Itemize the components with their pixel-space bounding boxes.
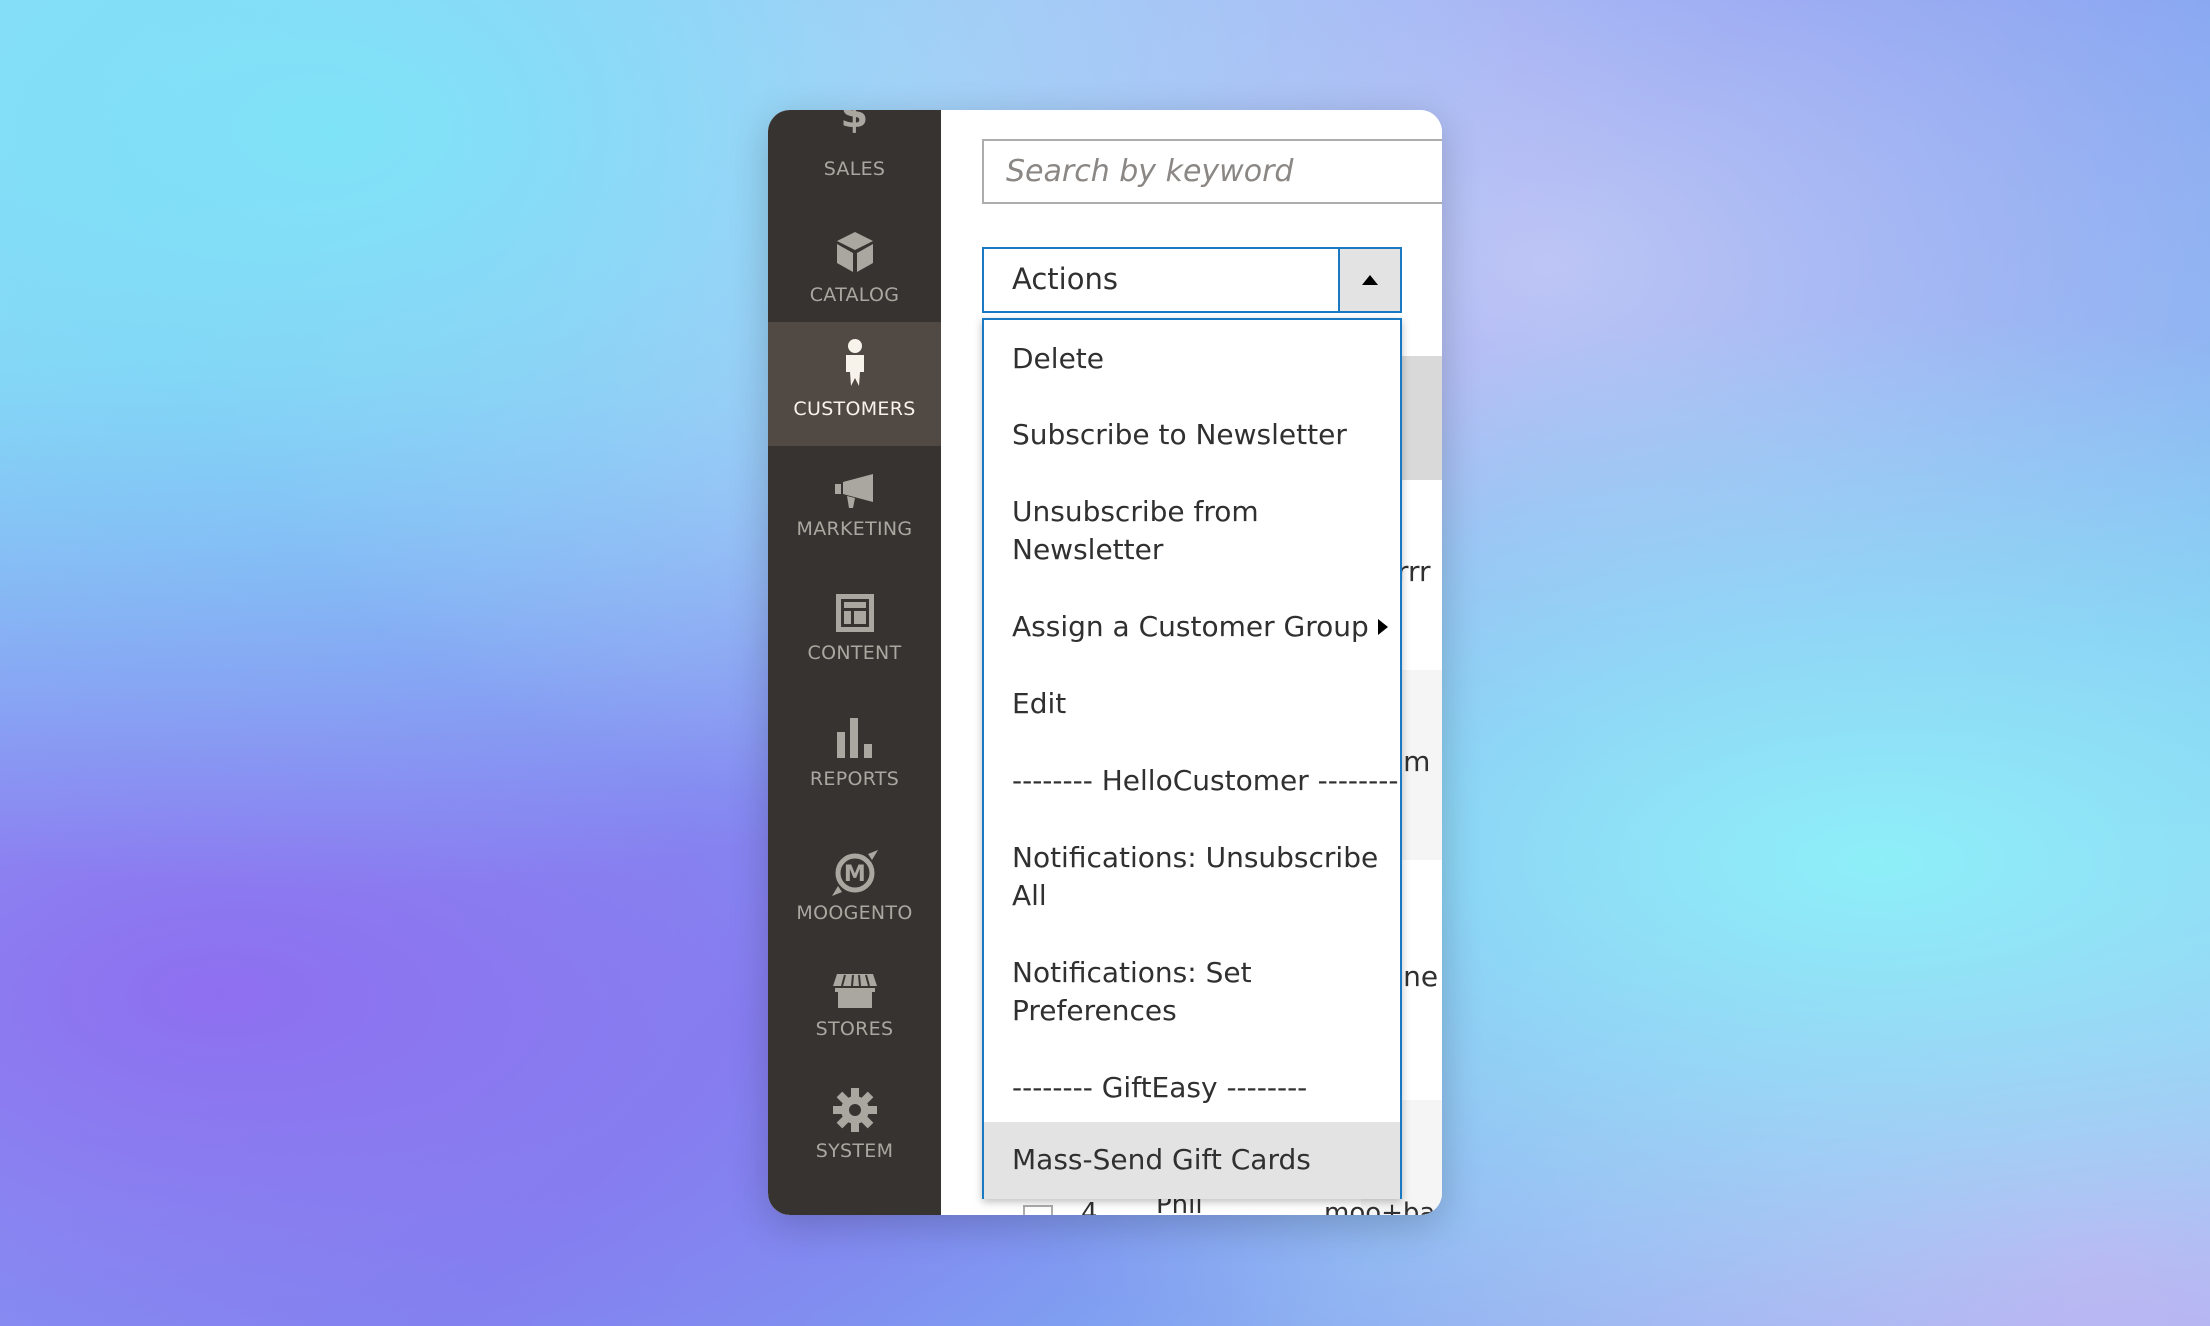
caret-up-icon [1362, 275, 1378, 285]
actions-label: Actions [1012, 262, 1118, 296]
admin-window: $ SALES CATALOG CUSTOMERS MARKETING CONT… [768, 110, 1442, 1215]
main-content: Search by keyword rrrr am ane 4 Phil moo… [941, 110, 1442, 1215]
person-icon [845, 339, 864, 386]
menu-item-notifications-set-preferences[interactable]: Notifications: Set Preferences [984, 935, 1400, 1050]
sidebar-item-catalog[interactable]: CATALOG [768, 200, 941, 322]
sidebar-item-customers[interactable]: CUSTOMERS [768, 322, 941, 446]
menu-item-unsubscribe-newsletter[interactable]: Unsubscribe from Newsletter [984, 474, 1400, 589]
sidebar-item-content[interactable]: CONTENT [768, 570, 941, 694]
sidebar-item-moogento[interactable]: M MOOGENTO [768, 818, 941, 952]
sidebar-item-sales[interactable]: $ SALES [768, 110, 941, 200]
sidebar-item-reports[interactable]: REPORTS [768, 694, 941, 818]
svg-text:M: M [843, 862, 865, 887]
sidebar-item-label: STORES [815, 1018, 894, 1040]
menu-item-edit[interactable]: Edit [984, 666, 1400, 743]
search-input[interactable]: Search by keyword [982, 139, 1442, 204]
menu-group-gifteasy: -------- GiftEasy -------- [1012, 1071, 1308, 1104]
menu-item-notifications-unsubscribe-all[interactable]: Notifications: Unsubscribe All [984, 820, 1400, 935]
menu-group-hellocustomer: -------- HelloCustomer -------- [1012, 764, 1399, 797]
row-checkbox[interactable] [1023, 1205, 1053, 1215]
box-icon [836, 232, 873, 272]
sidebar-item-stores[interactable]: STORES [768, 952, 941, 1076]
gear-icon [832, 1088, 877, 1132]
actions-dropdown[interactable]: Actions [982, 247, 1402, 313]
megaphone-icon [834, 474, 873, 508]
menu-item-mass-send-gift-cards[interactable]: Mass-Send Gift Cards [984, 1122, 1400, 1199]
sidebar-item-system[interactable]: SYSTEM [768, 1076, 941, 1200]
sidebar-item-label: CATALOG [809, 284, 900, 306]
menu-item-delete[interactable]: Delete [984, 320, 1400, 397]
submenu-arrow-icon [1378, 619, 1388, 635]
storefront-icon [832, 974, 877, 1008]
menu-item-subscribe-newsletter[interactable]: Subscribe to Newsletter [984, 397, 1400, 474]
menu-item-assign-customer-group[interactable]: Assign a Customer Group [984, 589, 1400, 666]
sidebar-item-label: SYSTEM [815, 1140, 894, 1162]
bar-chart-icon [836, 718, 872, 758]
grid-cell: moo+bad [1324, 1198, 1442, 1215]
moogento-logo-icon: M [831, 850, 878, 896]
layout-icon [835, 594, 874, 632]
grid-cell: 4 [1081, 1198, 1098, 1215]
actions-menu: Delete Subscribe to Newsletter Unsubscri… [982, 318, 1402, 1199]
sidebar-item-label: MOOGENTO [796, 902, 913, 924]
sidebar-item-label: CONTENT [807, 642, 902, 664]
sidebar-item-marketing[interactable]: MARKETING [768, 446, 941, 570]
sidebar-item-label: SALES [823, 158, 886, 180]
sidebar-item-label: MARKETING [796, 518, 913, 540]
actions-toggle-button[interactable] [1338, 249, 1400, 311]
dollar-icon: $ [840, 110, 869, 137]
admin-sidebar: $ SALES CATALOG CUSTOMERS MARKETING CONT… [768, 110, 941, 1215]
sidebar-item-label: CUSTOMERS [793, 398, 916, 420]
sidebar-item-label: REPORTS [809, 768, 900, 790]
